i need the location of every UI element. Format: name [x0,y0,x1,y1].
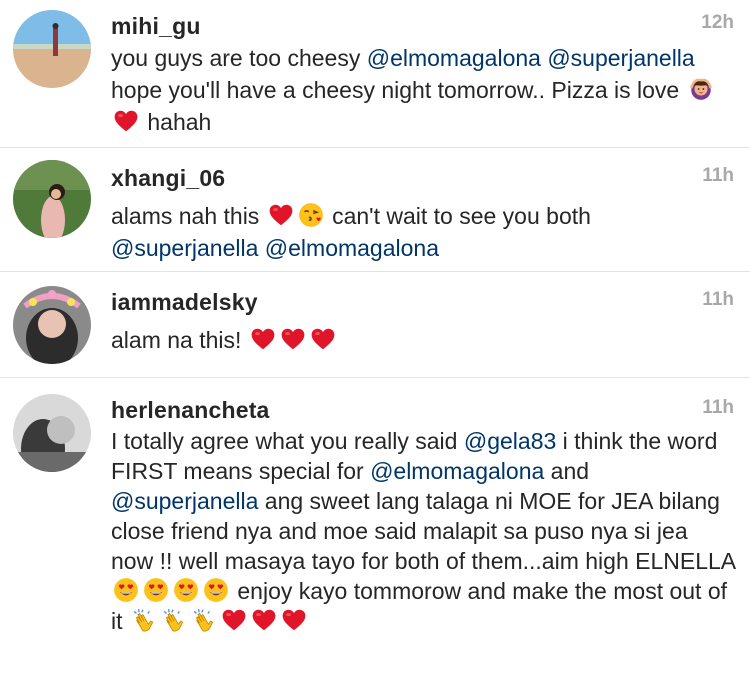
avatar[interactable] [13,394,91,472]
comment-username[interactable]: herlenancheta [111,397,270,424]
comment-text-segment: I totally agree what you really said [111,428,464,454]
comment-timestamp: 11h [702,289,734,310]
comment-item: mihi_gu 12h you guys are too cheesy @elm… [0,0,750,148]
clapping-hands-icon [131,607,157,633]
mention-link[interactable]: @superjanella [111,235,258,261]
comment-text-segment: alams nah this [111,203,266,229]
avatar[interactable] [13,10,91,88]
comment-text-segment: you guys are too cheesy [111,45,367,71]
comment-text: you guys are too cheesy @elmomagalona @s… [111,42,736,138]
comment-username[interactable]: mihi_gu [111,13,201,40]
mention-link[interactable]: @elmomagalona [367,45,541,71]
mention-link[interactable]: @superjanella [547,45,694,71]
red-heart-icon [268,202,294,228]
mention-link[interactable]: @superjanella [111,488,258,514]
red-heart-icon [281,607,307,633]
heart-eyes-face-icon [203,577,229,603]
comment-item: iammadelsky 11h alam na this! [0,272,750,378]
comment-timestamp: 11h [702,165,734,186]
comment-text-segment: alam na this! [111,327,248,353]
person-gesturing-ok-icon [688,76,714,102]
clapping-hands-icon [191,607,217,633]
comment-item: xhangi_06 11h alams nah this can't wait … [0,148,750,272]
comment-text-segment: hahah [141,109,212,135]
red-heart-icon [280,326,306,352]
comment-timestamp: 12h [701,12,734,33]
face-blowing-kiss-icon [298,202,324,228]
comment-text-segment: hope you'll have a cheesy night tomorrow… [111,77,686,103]
comment-text-segment: and [544,458,590,484]
red-heart-icon [251,607,277,633]
comment-text: alams nah this can't wait to see you bot… [111,200,736,264]
comment-item: herlenancheta 11h I totally agree what y… [0,378,750,685]
red-heart-icon [310,326,336,352]
red-heart-icon [221,607,247,633]
comment-username[interactable]: iammadelsky [111,289,258,316]
heart-eyes-face-icon [143,577,169,603]
heart-eyes-face-icon [173,577,199,603]
avatar[interactable] [13,286,91,364]
clapping-hands-icon [161,607,187,633]
avatar[interactable] [13,160,91,238]
heart-eyes-face-icon [113,577,139,603]
mention-link[interactable]: @elmomagalona [265,235,439,261]
comment-text-segment: can't wait to see you both [325,203,591,229]
comment-text: alam na this! [111,324,736,356]
comment-timestamp: 11h [702,397,734,418]
comment-username[interactable]: xhangi_06 [111,165,225,192]
mention-link[interactable]: @elmomagalona [370,458,544,484]
red-heart-icon [250,326,276,352]
mention-link[interactable]: @gela83 [464,428,556,454]
red-heart-icon [113,108,139,134]
comment-text: I totally agree what you really said @ge… [111,426,736,636]
